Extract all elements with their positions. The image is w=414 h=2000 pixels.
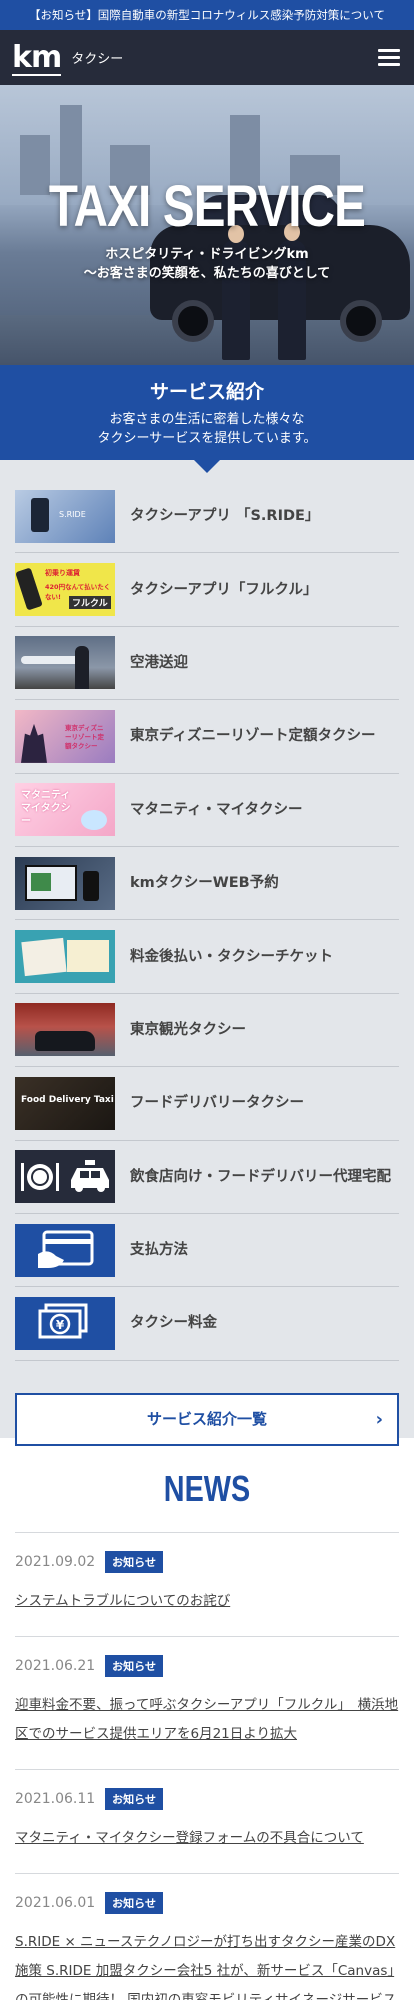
service-label: タクシーアプリ「フルクル」 <box>130 581 318 598</box>
news-tag: お知らせ <box>105 1788 163 1810</box>
fare-thumbnail: ¥ <box>15 1296 115 1350</box>
hero-subtitle-line1: ホスピタリティ・ドライビングkm <box>105 247 309 262</box>
service-label: 料金後払い・タクシーチケット <box>130 948 333 965</box>
food-thumb-label: Food Delivery Taxi <box>21 1094 114 1105</box>
news-item: 2021.09.02 お知らせ システムトラブルについてのお詫び <box>15 1532 399 1636</box>
service-item-food-delivery[interactable]: Food Delivery Taxi フードデリバリータクシー <box>15 1067 399 1141</box>
food-delivery-thumbnail: Food Delivery Taxi <box>15 1076 115 1130</box>
maternity-thumbnail: マタニティ マイタクシー <box>15 783 115 837</box>
service-item-fulkuru[interactable]: 初乗り運賃 420円なんて払いたくない! フルクル タクシーアプリ「フルクル」 <box>15 553 399 627</box>
services-desc: お客さまの生活に密着した様々な タクシーサービスを提供しています。 <box>0 410 414 448</box>
service-item-airport[interactable]: 空港送迎 <box>15 627 399 701</box>
news-tag: お知らせ <box>105 1892 163 1914</box>
news-link[interactable]: マタニティ・マイタクシー登録フォームの不具合について <box>15 1830 364 1846</box>
fulkuru-thumb-line3: フルクル <box>69 596 111 610</box>
taxi-icon <box>71 1159 109 1192</box>
service-label: 東京観光タクシー <box>130 1021 246 1038</box>
site-header: km タクシー <box>0 30 414 85</box>
service-item-sride[interactable]: S.RIDE タクシーアプリ 「S.RIDE」 <box>15 480 399 554</box>
services-list-label: サービス紹介一覧 <box>146 1409 267 1428</box>
news-date: 2021.09.02 <box>15 1554 96 1570</box>
service-label: タクシーアプリ 「S.RIDE」 <box>130 508 320 525</box>
news-link[interactable]: S.RIDE × ニューステクノロジーが打ち出すタクシー産業のDX 施策 S.R… <box>15 1934 396 2000</box>
service-label: マタニティ・マイタクシー <box>130 801 303 818</box>
km-logo[interactable]: km タクシー <box>12 39 124 76</box>
service-label: kmタクシーWEB予約 <box>130 875 279 892</box>
service-label: 支払方法 <box>130 1242 188 1259</box>
hero-subtitle: ホスピタリティ・ドライビングkm 〜お客さまの笑顔を、私たちの喜びとして <box>0 245 414 283</box>
news-date: 2021.06.11 <box>15 1791 96 1807</box>
service-item-tour[interactable]: 東京観光タクシー <box>15 994 399 1068</box>
disney-thumb-label: 東京ディズニーリゾート定額タクシー <box>65 723 104 750</box>
maternity-thumb-label: マタニティ マイタクシー <box>21 790 71 828</box>
service-label: 東京ディズニーリゾート定額タクシー <box>130 728 376 745</box>
services-desc-line2: タクシーサービスを提供しています。 <box>97 431 317 446</box>
ticket-thumbnail <box>15 930 115 984</box>
news-item: 2021.06.21 お知らせ 迎車料金不要、振って呼ぶタクシーアプリ「フルクル」… <box>15 1636 399 1769</box>
news-date: 2021.06.21 <box>15 1658 96 1674</box>
restaurant-delivery-thumbnail <box>15 1150 115 1204</box>
airport-thumbnail <box>15 636 115 690</box>
services-desc-line1: お客さまの生活に密着した様々な <box>109 412 305 427</box>
plate-cutlery-icon <box>21 1162 59 1191</box>
menu-icon[interactable] <box>378 49 400 66</box>
down-arrow-icon <box>193 459 221 473</box>
tour-thumbnail <box>15 1003 115 1057</box>
services-title: サービス紹介 <box>149 381 264 403</box>
sride-thumb-label: S.RIDE <box>59 509 86 519</box>
service-item-payment[interactable]: 支払方法 <box>15 1214 399 1288</box>
news-link[interactable]: システムトラブルについてのお詫び <box>15 1593 230 1609</box>
service-label: 空港送迎 <box>130 654 188 671</box>
service-item-maternity[interactable]: マタニティ マイタクシー マタニティ・マイタクシー <box>15 774 399 847</box>
hero-title: TAXI SERVICE <box>48 174 366 239</box>
news-link[interactable]: 迎車料金不要、振って呼ぶタクシーアプリ「フルクル」 横浜地区でのサービス提供エリ… <box>15 1697 398 1742</box>
news-date: 2021.06.01 <box>15 1895 96 1911</box>
news-item: 2021.06.11 お知らせ マタニティ・マイタクシー登録フォームの不具合につい… <box>15 1769 399 1873</box>
disney-thumbnail: 東京ディズニーリゾート定額タクシー <box>15 709 115 763</box>
services-section: S.RIDE タクシーアプリ 「S.RIDE」 初乗り運賃 420円なんて払いたく… <box>0 460 414 1446</box>
svg-text:¥: ¥ <box>56 1318 65 1332</box>
services-list-button[interactable]: サービス紹介一覧 › <box>15 1392 399 1446</box>
service-item-fare[interactable]: ¥ タクシー料金 <box>15 1287 399 1361</box>
fulkuru-thumb-line1: 初乗り運賃 <box>45 569 80 578</box>
logo-mark: km <box>12 39 62 76</box>
service-item-restaurant-delivery[interactable]: 飲食店向け・フードデリバリー代理宅配 <box>15 1141 399 1214</box>
service-item-web-reservation[interactable]: kmタクシーWEB予約 <box>15 847 399 921</box>
news-section: NEWS 2021.09.02 お知らせ システムトラブルについてのお詫び 202… <box>0 1438 414 2000</box>
news-tag: お知らせ <box>105 1655 163 1677</box>
fulkuru-thumbnail: 初乗り運賃 420円なんて払いたくない! フルクル <box>15 563 115 617</box>
news-title: NEWS <box>163 1468 251 1509</box>
sride-thumbnail: S.RIDE <box>15 489 115 543</box>
notice-bar[interactable]: 【お知らせ】国際自動車の新型コロナウィルス感染予防対策について <box>0 0 414 30</box>
payment-thumbnail <box>15 1223 115 1277</box>
news-item: 2021.06.01 お知らせ S.RIDE × ニューステクノロジーが打ち出すタ… <box>15 1873 399 2000</box>
chevron-right-icon: › <box>375 1408 383 1430</box>
service-label: タクシー料金 <box>130 1315 217 1332</box>
service-label: 飲食店向け・フードデリバリー代理宅配 <box>130 1168 391 1185</box>
card-payment-icon <box>38 1230 94 1269</box>
services-heading: サービス紹介 お客さまの生活に密着した様々な タクシーサービスを提供しています。 <box>0 365 414 473</box>
yen-bill-icon: ¥ <box>38 1303 88 1339</box>
logo-sub: タクシー <box>71 52 124 67</box>
news-tag: お知らせ <box>105 1551 163 1573</box>
service-item-ticket[interactable]: 料金後払い・タクシーチケット <box>15 920 399 994</box>
service-item-disney[interactable]: 東京ディズニーリゾート定額タクシー 東京ディズニーリゾート定額タクシー <box>15 700 399 774</box>
hero-banner: TAXI SERVICE ホスピタリティ・ドライビングkm 〜お客さまの笑顔を、… <box>0 85 414 365</box>
web-reservation-thumbnail <box>15 856 115 910</box>
services-list: S.RIDE タクシーアプリ 「S.RIDE」 初乗り運賃 420円なんて払いたく… <box>15 480 399 1361</box>
service-label: フードデリバリータクシー <box>130 1095 304 1112</box>
hero-subtitle-line2: 〜お客さまの笑顔を、私たちの喜びとして <box>83 266 331 281</box>
